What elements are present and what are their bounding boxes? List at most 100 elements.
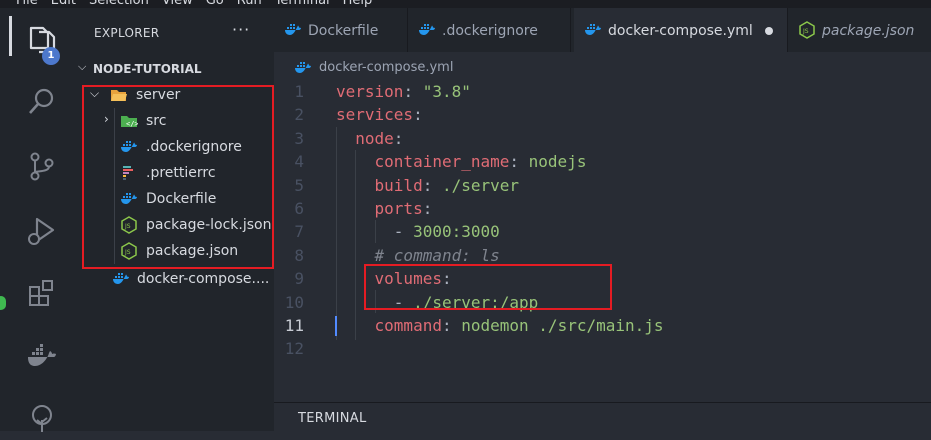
docker-icon[interactable] [25, 340, 59, 374]
editor-area: Dockerfile .dockerignore docker-compose.… [274, 8, 931, 431]
chevron-down-icon: ⌵ [90, 86, 100, 100]
code-text: volumes: [336, 267, 452, 290]
code-token: - [393, 222, 414, 242]
menu-selection[interactable]: Selection [89, 0, 149, 8]
project-folder-header[interactable]: ⌵ NODE-TUTORIAL [74, 58, 274, 80]
code-token: # command: ls [374, 245, 500, 265]
panel-divider [274, 402, 931, 403]
source-control-icon[interactable] [25, 149, 59, 183]
code-line[interactable]: 12 [274, 337, 931, 360]
tab-bar: Dockerfile .dockerignore docker-compose.… [274, 8, 931, 52]
tab-package-json[interactable]: JS package.json [788, 8, 931, 52]
code-text: # command: ls [336, 244, 500, 267]
code-token: command [374, 315, 442, 335]
tree-item-package-json[interactable]: JS package.json [74, 238, 274, 264]
tab-label: Dockerfile [308, 23, 379, 39]
line-number: 4 [294, 152, 304, 172]
project-name: NODE-TUTORIAL [93, 62, 202, 76]
line-number: 1 [294, 82, 304, 101]
more-actions-button[interactable]: ··· [232, 20, 250, 39]
svg-text:JS: JS [124, 223, 131, 230]
src-folder-icon: </> [120, 112, 139, 130]
code-token: "3.8" [422, 82, 471, 101]
tree-item-dockerignore[interactable]: .dockerignore [74, 134, 274, 160]
menu-file[interactable]: File [16, 0, 38, 8]
code-token: build [374, 175, 423, 195]
tab-dockerignore[interactable]: .dockerignore [408, 8, 571, 52]
code-token: : [403, 82, 423, 101]
code-line[interactable]: 7 - 3000:3000 [274, 220, 931, 243]
notification-badge: 1 [42, 47, 60, 65]
tree-item-label: .prettierrc [146, 165, 216, 181]
activity-bar: 1 [0, 8, 74, 432]
code-token: version [336, 82, 404, 101]
code-line[interactable]: 1 version: "3.8" [274, 80, 931, 103]
terminal-tab[interactable]: TERMINAL [298, 411, 367, 426]
code-line[interactable]: 3 node: [274, 127, 931, 150]
code-line[interactable]: 4 container_name: nodejs [274, 150, 931, 173]
docker-icon [294, 59, 312, 77]
line-number: 2 [294, 105, 304, 125]
tree-item-prettierrc[interactable]: .prettierrc [74, 160, 274, 186]
prettier-icon [120, 164, 138, 182]
code-text: build: ./server [336, 174, 520, 197]
nodejs-icon: JS [798, 21, 816, 39]
tab-label: docker-compose.yml [608, 23, 753, 39]
code-line[interactable]: 6 ports: [274, 197, 931, 220]
extensions-icon[interactable] [25, 276, 59, 310]
tree-item-dockerfile[interactable]: Dockerfile [74, 186, 274, 212]
code-text: node: [336, 127, 403, 150]
tab-docker-compose[interactable]: docker-compose.yml [574, 8, 788, 52]
menu-run[interactable]: Run [237, 0, 262, 8]
code-line[interactable]: 11 command: nodemon ./src/main.js [274, 314, 931, 337]
search-icon[interactable] [25, 85, 59, 119]
code-line[interactable]: 5 build: ./server [274, 174, 931, 197]
code-text: container_name: nodejs [336, 150, 587, 173]
menu-help[interactable]: Help [343, 0, 373, 8]
code-line[interactable]: 2 services: [274, 103, 931, 126]
line-number: 3 [294, 128, 304, 148]
tree-item-label: .dockerignore [146, 139, 242, 155]
line-number: 11 [284, 315, 304, 335]
code-token: ports [374, 198, 423, 218]
code-line[interactable]: 10 - ./server:/app [274, 291, 931, 314]
line-number: 12 [284, 339, 304, 359]
line-number: 10 [284, 292, 304, 312]
line-number: 7 [294, 222, 304, 242]
svg-text:JS: JS [802, 28, 809, 35]
code-text: services: [336, 103, 423, 126]
code-token: nodemon ./src/main.js [461, 315, 664, 335]
line-number: 6 [294, 198, 304, 218]
code-editor[interactable]: 1 version: "3.8" 2 services: 3 node: 4 contai… [274, 80, 931, 361]
menu-edit[interactable]: Edit [51, 0, 76, 8]
code-line[interactable]: 9 volumes: [274, 267, 931, 290]
tree-item-label: package.json [146, 243, 239, 259]
breadcrumb-label: docker-compose.yml [319, 60, 454, 75]
docker-icon [120, 138, 138, 156]
svg-text:</>: </> [126, 120, 138, 128]
nodejs-icon: JS [120, 242, 138, 260]
run-debug-icon[interactable] [25, 214, 59, 248]
tab-label: .dockerignore [442, 23, 538, 39]
code-token: - [393, 292, 414, 312]
menu-terminal[interactable]: Terminal [275, 0, 330, 8]
menu-go[interactable]: Go [206, 0, 224, 8]
code-token: : [441, 269, 452, 289]
docker-icon [284, 21, 302, 39]
code-line[interactable]: 8 # command: ls [274, 244, 931, 267]
code-token: nodejs [528, 152, 587, 172]
chevron-right-icon: › [104, 112, 109, 126]
code-token: services [336, 105, 414, 125]
unsaved-dot-icon[interactable] [765, 27, 773, 35]
tree-item-docker-compose[interactable]: docker-compose.... [74, 266, 274, 292]
docker-icon [120, 190, 138, 208]
tree-item-package-lock[interactable]: JS package-lock.json [74, 212, 274, 238]
tree-item-server[interactable]: ⌵ server [74, 82, 274, 108]
docker-icon [112, 270, 130, 288]
tree-item-src[interactable]: › </> src [74, 108, 274, 134]
menu-view[interactable]: View [162, 0, 193, 8]
docker-icon [418, 21, 436, 39]
tab-dockerfile[interactable]: Dockerfile [274, 8, 408, 52]
